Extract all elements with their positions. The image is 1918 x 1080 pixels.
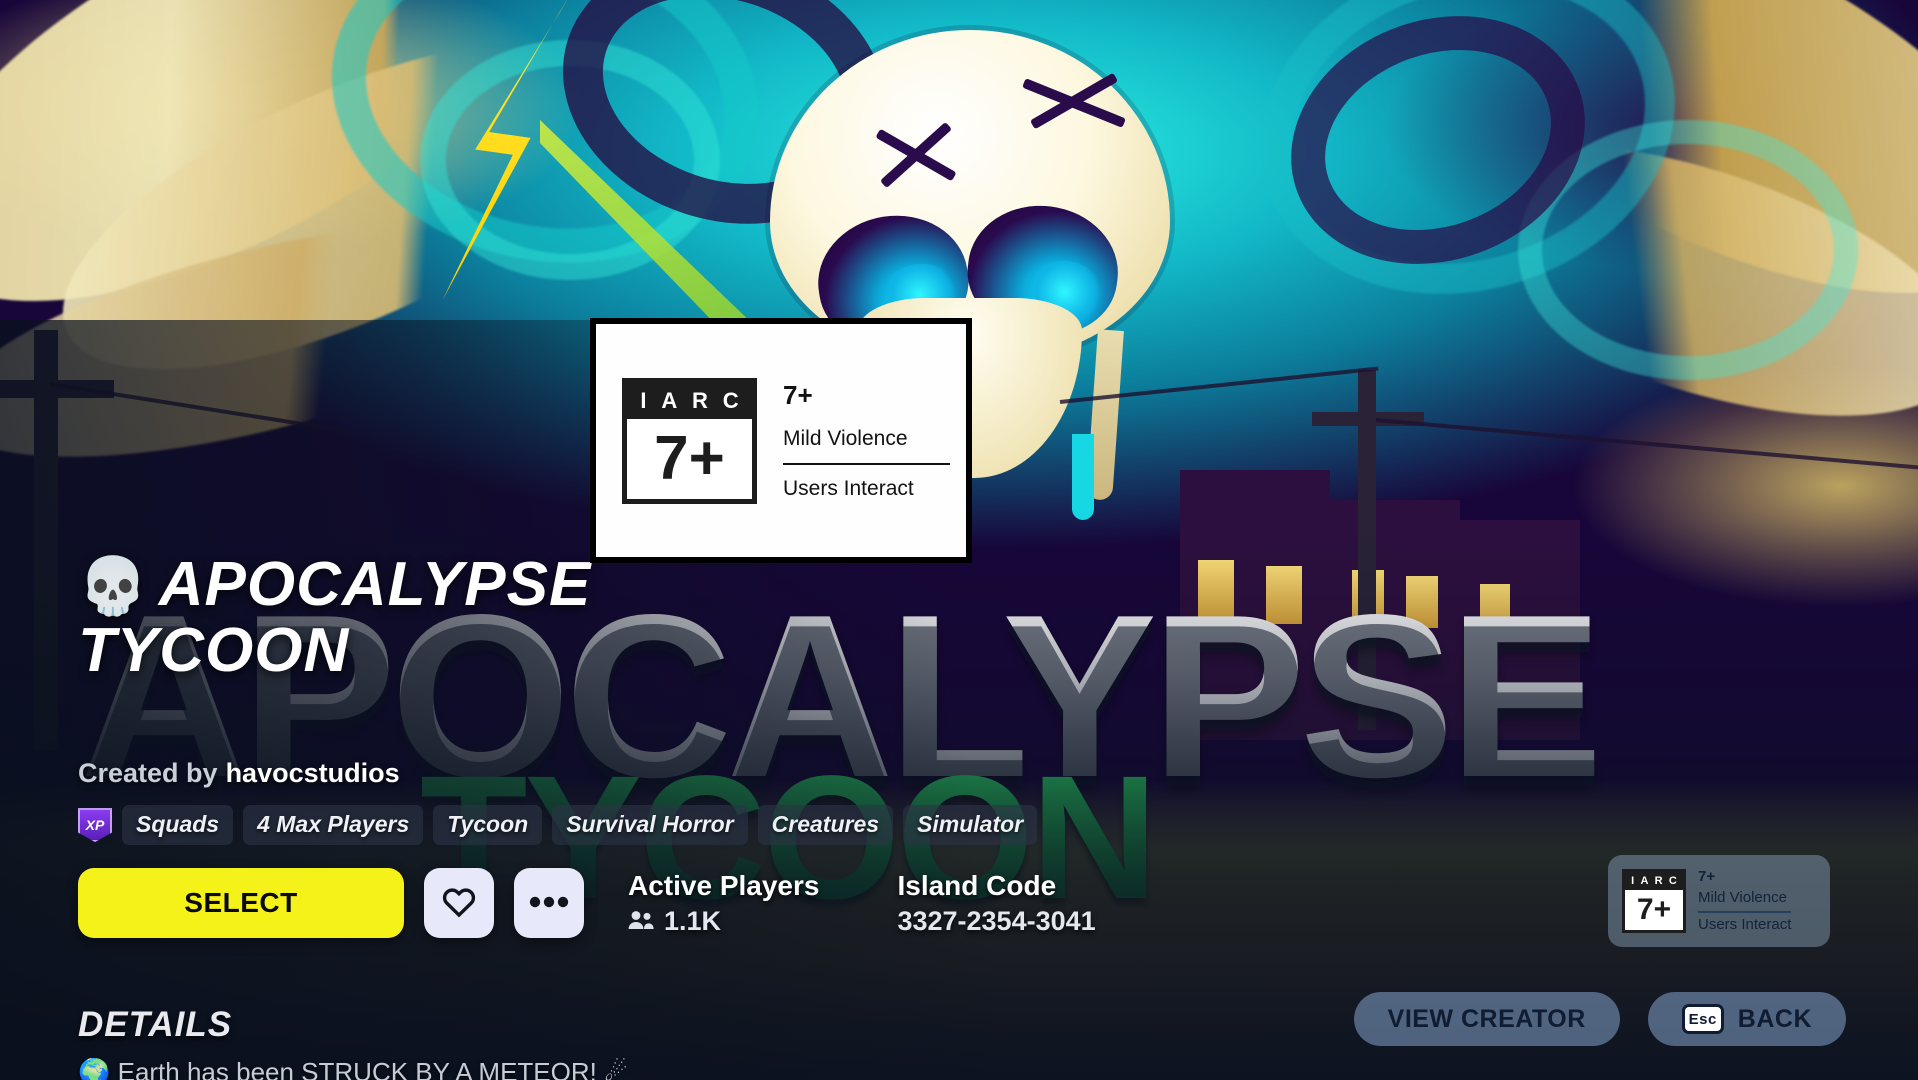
skull-emoji-icon: 💀	[78, 554, 149, 617]
iarc-letter-r: R	[1654, 875, 1663, 887]
tag-max-players[interactable]: 4 Max Players	[243, 805, 424, 845]
people-icon	[628, 906, 654, 937]
iarc-logo-small: I A R C 7+	[1622, 869, 1686, 933]
iarc-modal-descriptor-2: Users Interact	[783, 477, 914, 500]
heart-icon	[442, 886, 476, 921]
stat-value[interactable]: 3327-2354-3041	[897, 906, 1095, 937]
iarc-logo: I A R C 7+	[622, 377, 757, 504]
view-creator-button[interactable]: VIEW CREATOR	[1353, 992, 1620, 1046]
island-title: 💀 APOCALYPSE TYCOON	[78, 552, 978, 683]
iarc-rating-modal[interactable]: I A R C 7+ 7+ Mild Violence Users Intera…	[590, 318, 972, 563]
tag-simulator[interactable]: Simulator	[903, 805, 1038, 845]
iarc-age: 7+	[654, 423, 725, 493]
rating-badge-descriptor-1: Mild Violence	[1698, 889, 1787, 906]
tag-list: XP Squads 4 Max Players Tycoon Survival …	[78, 805, 1038, 845]
favorite-button[interactable]	[424, 868, 494, 938]
iarc-letter-i: I	[640, 387, 647, 413]
iarc-letter-c: C	[722, 387, 739, 413]
stat-label: Island Code	[897, 869, 1057, 901]
rating-badge[interactable]: I A R C 7+ 7+ Mild Violence Users Intera…	[1608, 855, 1830, 947]
creator-name[interactable]: havocstudios	[226, 758, 400, 788]
rating-badge-divider	[1698, 911, 1792, 913]
island-title-row-2: TYCOON	[78, 615, 350, 685]
iarc-letters-small: I A R C	[1625, 872, 1683, 890]
iarc-modal-divider	[783, 463, 950, 465]
details-body: 🌍 Earth has been STRUCK BY A METEOR! ☄	[78, 1057, 628, 1080]
stat-label: Active Players	[628, 869, 820, 901]
iarc-letter-r: R	[692, 387, 708, 413]
xp-badge-icon: XP	[78, 808, 112, 842]
island-detail-overlay: 💀 APOCALYPSE TYCOON Created by havocstudio…	[0, 0, 1918, 1080]
tag-creatures[interactable]: Creatures	[757, 805, 894, 845]
island-detail-screen: APOCALYPSE TYCOON 💀APOCALYPSE TYCOON Cre…	[0, 0, 1918, 1080]
iarc-letter-a: A	[1640, 875, 1649, 887]
iarc-letter-i: I	[1631, 875, 1635, 887]
stat-value: 1.1K	[664, 905, 722, 936]
stat-island-code: Island Code 3327-2354-3041	[897, 870, 1095, 937]
bottom-button-bar: VIEW CREATOR Esc BACK	[1353, 992, 1846, 1046]
stat-value-row: 1.1K	[628, 906, 819, 937]
back-button-label: BACK	[1737, 1004, 1812, 1033]
iarc-age-small: 7+	[1636, 893, 1672, 926]
iarc-letters: I A R C	[627, 382, 752, 419]
creator-prefix: Created by	[78, 758, 218, 788]
tag-survival-horror[interactable]: Survival Horror	[552, 805, 748, 845]
iarc-modal-text: 7+ Mild Violence Users Interact	[783, 380, 950, 501]
select-button[interactable]: SELECT	[78, 868, 404, 938]
iarc-letter-a: A	[661, 387, 678, 413]
iarc-letter-c: C	[1668, 875, 1677, 887]
tag-squads[interactable]: Squads	[122, 805, 234, 845]
iarc-modal-age: 7+	[783, 380, 813, 410]
details-heading: DETAILS	[78, 1005, 233, 1044]
tag-tycoon[interactable]: Tycoon	[433, 805, 543, 845]
creator-line: Created by havocstudios	[78, 758, 400, 789]
rating-badge-descriptor-2: Users Interact	[1698, 916, 1792, 933]
action-row: SELECT Active Players 1.1K Island Code 3…	[78, 868, 1096, 938]
esc-key-icon: Esc	[1681, 1004, 1724, 1034]
back-button[interactable]: Esc BACK	[1647, 992, 1846, 1046]
stat-active-players: Active Players 1.1K	[628, 870, 819, 937]
rating-badge-text: 7+ Mild Violence Users Interact	[1698, 868, 1792, 934]
iarc-modal-descriptor-1: Mild Violence	[783, 427, 908, 450]
rating-badge-age: 7+	[1698, 868, 1716, 885]
island-title-text-1: APOCALYPSE	[158, 550, 592, 619]
more-options-button[interactable]	[514, 868, 584, 938]
ellipsis-icon	[529, 896, 569, 911]
details-section: DETAILS 🌍 Earth has been STRUCK BY A MET…	[78, 1005, 627, 1080]
